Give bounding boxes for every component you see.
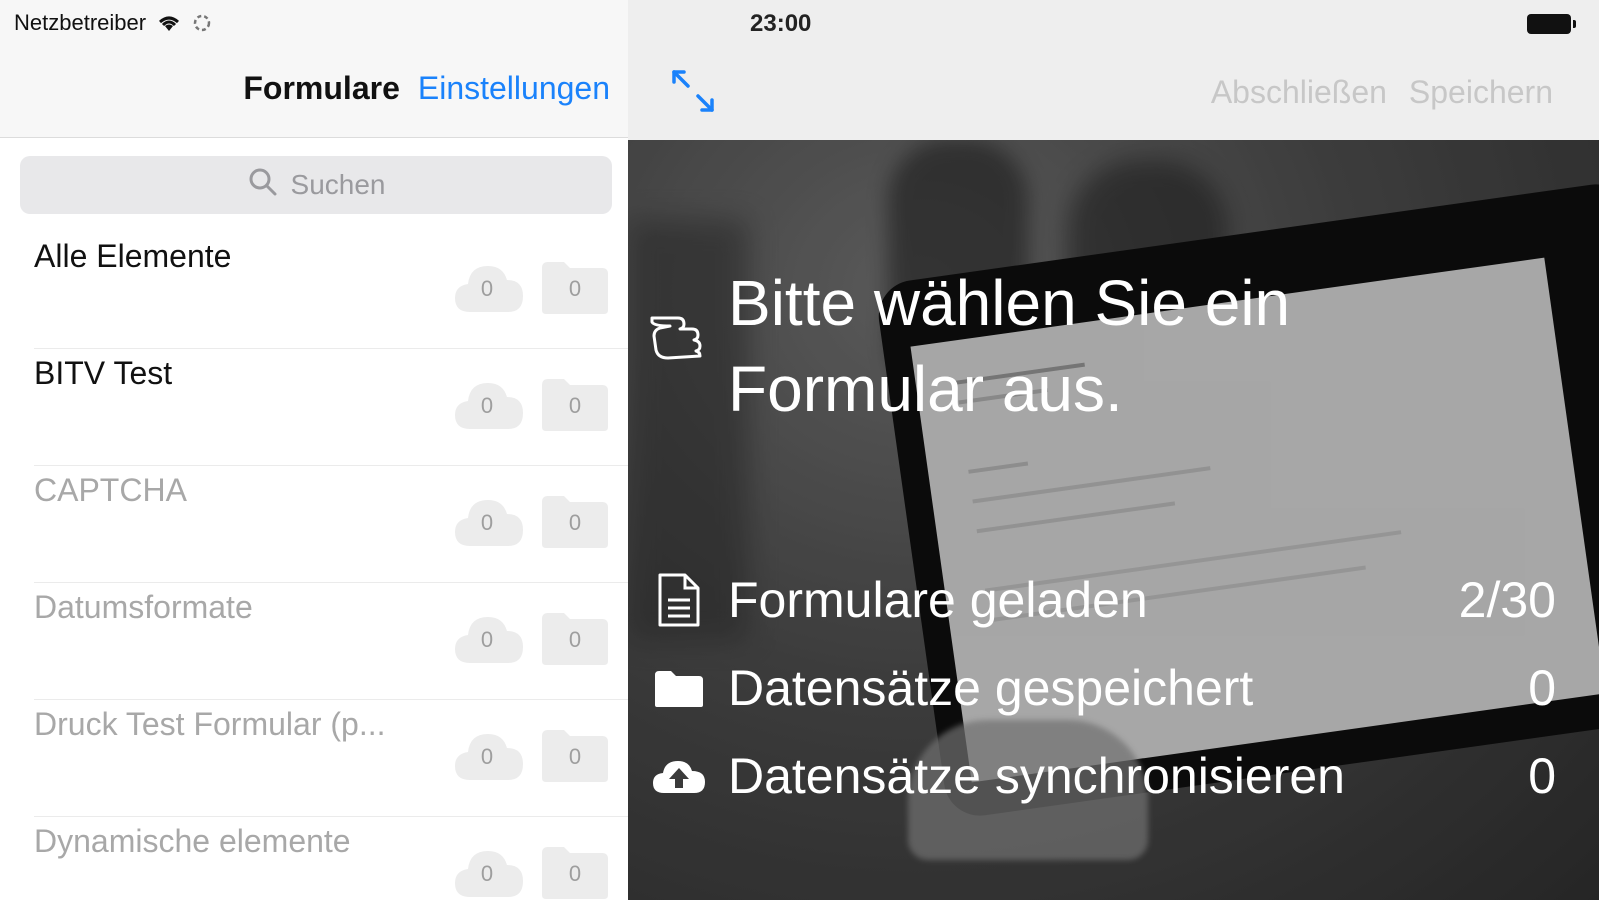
folder-icon [648,667,710,709]
form-list: Alle Elemente 0 0 BITV Test 0 0 CAPTCHA 0 0 Datum… [0,232,628,900]
folder-count-badge: 0 [540,375,610,433]
carrier-label: Netzbetreiber [14,10,147,35]
list-item-label: Druck Test Formular (p... [34,706,386,742]
settings-link[interactable]: Einstellungen [418,70,610,107]
cloud-count: 0 [480,276,494,301]
page-title: Formulare [243,70,400,106]
cloud-count: 0 [480,510,494,535]
folder-count-badge: 0 [540,843,610,900]
cloud-count-badge: 0 [452,492,523,550]
list-item-label: CAPTCHA [34,472,187,508]
toolbar-actions: Abschließen Speichern [1211,74,1553,111]
list-item-counters: 00 [452,609,610,667]
status-bar-left: Netzbetreiber [14,10,212,36]
finish-button[interactable]: Abschließen [1211,74,1387,111]
search-placeholder: Suchen [290,169,386,200]
list-item[interactable]: Druck Test Formular (p... 0 0 [0,700,628,817]
detail-toolbar: 23:00 Abschließen Speichern [628,0,1599,140]
folder-count-badge: 0 [540,609,610,667]
wifi-icon [156,13,182,33]
stat-records-saved: Datensätze gespeichert 0 [648,644,1556,732]
list-item-label: Dynamische elemente [34,823,351,859]
list-item-counters: 00 [452,258,610,316]
search-icon [247,166,279,205]
cloud-count-badge: 0 [452,609,523,667]
list-item-counters: 00 [452,492,610,550]
prompt-text: Bitte wählen Sie ein Formular aus. [728,267,1291,425]
cloud-count: 0 [480,861,494,886]
stat-records-sync: Datensätze synchronisieren 0 [648,732,1556,820]
folder-count: 0 [568,861,582,886]
battery-icon [1527,14,1576,34]
sidebar-header: Netzbetreiber Formulare Einstellungen [0,0,628,138]
list-item-label: Datumsformate [34,589,253,625]
document-icon [648,572,710,628]
activity-spinner-icon [192,13,212,33]
stat-forms-loaded: Formulare geladen 2/30 [648,556,1556,644]
list-item-counters: 00 [452,375,610,433]
stat-label: Formulare geladen [728,572,1148,628]
list-item[interactable]: Datumsformate 0 0 [0,583,628,700]
pointing-hand-icon [648,304,710,365]
stat-label: Datensätze gespeichert [728,660,1254,716]
folder-count: 0 [568,627,582,652]
cloud-count-badge: 0 [452,258,523,316]
stat-value: 0 [1528,748,1556,804]
list-item-counters: 00 [452,726,610,784]
stat-value: 0 [1528,660,1556,716]
folder-count: 0 [568,393,582,418]
folder-count-badge: 0 [540,492,610,550]
folder-count-badge: 0 [540,258,610,316]
cloud-count-badge: 0 [452,375,523,433]
folder-count-badge: 0 [540,726,610,784]
cloud-count: 0 [480,627,494,652]
search-field[interactable]: Suchen [20,156,612,214]
cloud-count: 0 [480,393,494,418]
cloud-upload-icon [648,755,710,797]
cloud-count: 0 [480,744,494,769]
list-item[interactable]: Dynamische elemente 0 0 [0,817,628,900]
list-item[interactable]: Alle Elemente 0 0 [0,232,628,349]
detail-panel: 23:00 Abschließen Speichern Bitte wählen… [628,0,1599,900]
cloud-count-badge: 0 [452,726,523,784]
list-item[interactable]: BITV Test 0 0 [0,349,628,466]
list-item-label: BITV Test [34,355,173,391]
stat-value: 2/30 [1458,572,1556,628]
list-item-counters: 00 [452,843,610,900]
list-item[interactable]: CAPTCHA 0 0 [0,466,628,583]
folder-count: 0 [568,276,582,301]
save-button[interactable]: Speichern [1409,74,1553,111]
folder-count: 0 [568,510,582,535]
folder-count: 0 [568,744,582,769]
select-form-prompt: Bitte wählen Sie ein Formular aus. [648,260,1388,432]
sidebar-nav: Formulare Einstellungen [243,70,610,107]
stats-list: Formulare geladen 2/30 Datensätze gespei… [648,556,1556,820]
cloud-count-badge: 0 [452,843,523,900]
stat-label: Datensätze synchronisieren [728,748,1345,804]
expand-icon[interactable] [668,66,718,121]
sidebar: Netzbetreiber Formulare Einstellungen Su… [0,0,628,900]
status-clock: 23:00 [750,10,812,37]
list-item-label: Alle Elemente [34,238,232,274]
